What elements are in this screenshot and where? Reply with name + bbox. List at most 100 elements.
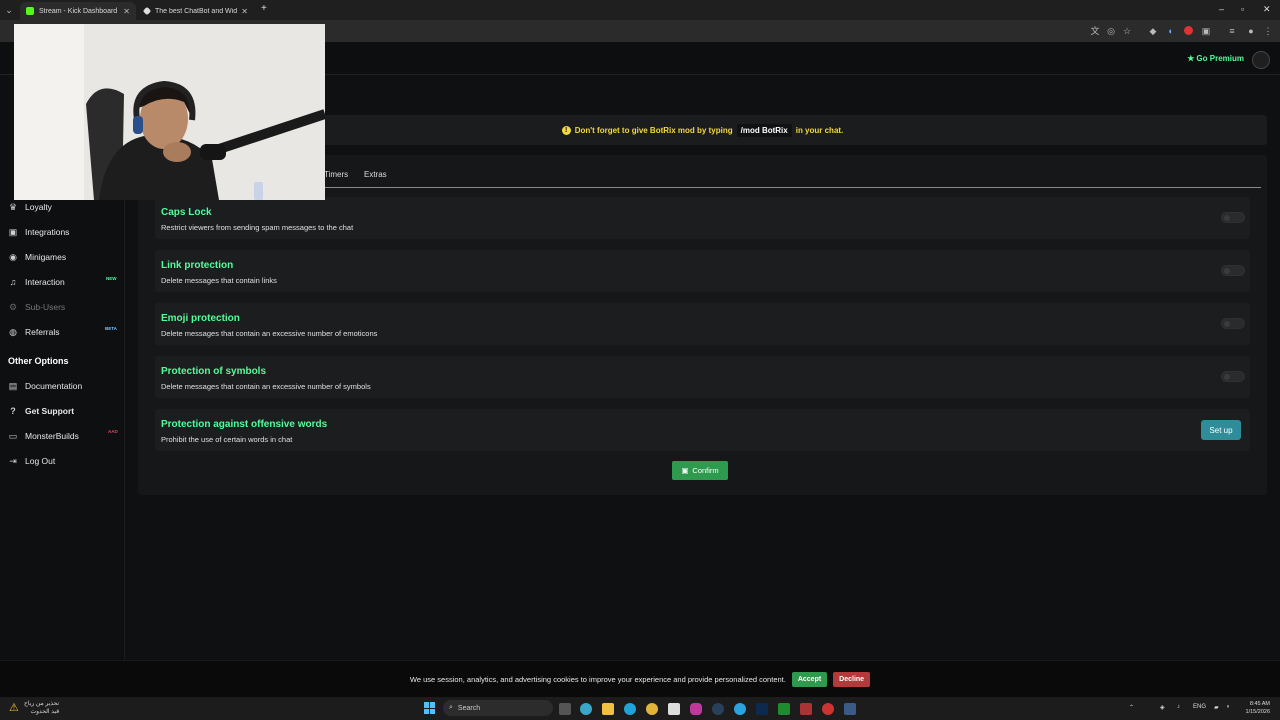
cookie-banner: We use session, analytics, and advertisi… (0, 660, 1280, 697)
record-extension-icon[interactable] (1184, 26, 1193, 35)
weather-widget[interactable]: تحذير من رياح قيد الحدوث (24, 700, 59, 716)
xbox-icon[interactable] (778, 703, 790, 715)
go-premium-link[interactable]: ★ Go Premium (1187, 54, 1244, 63)
emoji-protection-toggle[interactable] (1221, 318, 1245, 329)
user-gear-icon: ⚙ (8, 302, 18, 312)
steam-icon[interactable] (712, 703, 724, 715)
sidebar-item-minigames[interactable]: ◉ Minigames (8, 250, 66, 264)
caps-lock-desc: Restrict viewers from sending spam messa… (161, 223, 354, 232)
sidepanel-icon[interactable]: ≡ (1227, 26, 1237, 36)
weather-warning-icon[interactable]: ⚠ (9, 701, 19, 714)
sidebar-item-label: Get Support (25, 406, 75, 416)
cookie-text: We use session, analytics, and advertisi… (409, 674, 786, 684)
close-tab-icon[interactable]: ✕ (241, 7, 248, 16)
webcam-overlay (14, 24, 325, 200)
puzzle-icon[interactable]: ▣ (1201, 26, 1211, 36)
offensive-words-desc: Prohibit the use of certain words in cha… (161, 435, 293, 444)
photoshop-icon[interactable] (756, 703, 768, 715)
tab-title: Stream - Kick Dashboard (39, 7, 118, 15)
copilot-icon[interactable] (580, 703, 592, 715)
close-tab-icon[interactable]: ✕ (123, 7, 130, 16)
link-protection-row (155, 250, 1250, 292)
minimize-button[interactable]: – (1219, 4, 1224, 14)
obs-icon[interactable] (800, 703, 812, 715)
link-protection-toggle[interactable] (1221, 265, 1245, 276)
menu-dots-icon[interactable]: ⋮ (1263, 26, 1273, 36)
sidebar-item-sub-users[interactable]: ⚙ Sub-Users (8, 300, 65, 314)
browser-tab-strip: ⌄ Stream - Kick Dashboard ✕ The best Cha… (0, 0, 1280, 20)
sidebar-item-get-support[interactable]: ? Get Support (8, 404, 74, 418)
language-indicator[interactable]: ENG (1193, 704, 1206, 710)
sidebar-item-integrations[interactable]: ▣ Integrations (8, 225, 70, 239)
tray-mic-icon[interactable]: ♪ (1177, 704, 1180, 710)
windows-start-icon[interactable] (424, 702, 436, 714)
sidebar-item-referrals[interactable]: ◍ Referrals (8, 325, 59, 339)
integrations-icon: ▣ (8, 227, 18, 237)
sidebar-item-loyalty[interactable]: ♛ Loyalty (8, 200, 52, 214)
tab-timers[interactable]: Timers (324, 170, 348, 179)
setup-offensive-words-button[interactable]: Set up (1201, 420, 1241, 440)
users-icon: ◍ (9, 327, 17, 337)
confirm-button[interactable]: ▣ Confirm (672, 461, 728, 480)
tray-chevron-icon[interactable]: ⌃ (1129, 704, 1134, 711)
instagram-icon[interactable] (690, 703, 702, 715)
eye-off-icon[interactable]: ◎ (1106, 26, 1116, 36)
wifi-icon[interactable]: ▰ (1214, 704, 1219, 711)
decline-cookies-button[interactable]: Decline (833, 671, 871, 687)
volume-icon[interactable]: ◖ (1226, 704, 1230, 710)
task-view-icon[interactable] (559, 703, 571, 715)
symbols-protection-row (155, 356, 1250, 398)
sidebar-item-label: Integrations (25, 227, 70, 237)
caps-lock-row (155, 197, 1250, 239)
clock-date: 1/15/2026 (1245, 709, 1270, 715)
caps-lock-title: Caps Lock (161, 207, 212, 218)
notice-command: /mod BotRix (736, 123, 792, 137)
telegram-icon[interactable] (734, 703, 746, 715)
accept-cookies-button[interactable]: Accept (791, 671, 828, 687)
tab-search-chevron-icon[interactable]: ⌄ (4, 5, 14, 15)
sidebar-item-log-out[interactable]: ⇥ Log Out (8, 454, 55, 468)
sidebar-item-label: Minigames (25, 252, 67, 262)
emoji-protection-title: Emoji protection (161, 313, 240, 324)
close-window-button[interactable]: ✕ (1263, 4, 1271, 15)
maximize-button[interactable]: ▫ (1241, 4, 1244, 14)
sidebar-item-monsterbuilds[interactable]: ▭ MonsterBuilds (8, 429, 79, 443)
sidebar-item-documentation[interactable]: ▤ Documentation (8, 379, 82, 393)
bookmark-star-icon[interactable]: ☆ (1122, 26, 1132, 36)
sidebar-item-label: Documentation (25, 381, 83, 391)
link-protection-desc: Delete messages that contain links (161, 276, 277, 285)
edge-icon[interactable] (624, 703, 636, 715)
translate-icon[interactable]: 文 (1090, 26, 1100, 36)
user-avatar[interactable] (1252, 51, 1270, 69)
extension-icon[interactable]: ◆ (1148, 26, 1158, 36)
sidebar-item-interaction[interactable]: ♫ Interaction (8, 275, 65, 289)
tray-app-icon[interactable]: ◈ (1160, 704, 1165, 711)
audio-extension-icon[interactable]: ◖ (1165, 26, 1175, 36)
screen: ⌄ Stream - Kick Dashboard ✕ The best Cha… (0, 0, 1280, 720)
sidebar-item-label: Referrals (25, 327, 60, 337)
search-placeholder: Search (457, 704, 481, 712)
profile-icon[interactable]: ● (1246, 26, 1256, 36)
tab-extras[interactable]: Extras (364, 170, 387, 179)
clock[interactable]: 8:45 AM 1/15/2026 (1240, 700, 1270, 716)
calendar-app-icon[interactable] (668, 703, 680, 715)
offensive-words-row (155, 409, 1250, 451)
symbols-protection-toggle[interactable] (1221, 371, 1245, 382)
file-explorer-icon[interactable] (602, 703, 614, 715)
new-tab-button[interactable]: + (261, 3, 267, 14)
windows-taskbar (0, 697, 1280, 720)
browser-tab-kick-dashboard[interactable]: Stream - Kick Dashboard ✕ (20, 2, 136, 20)
browser-tab-botrix[interactable]: The best ChatBot and Widgets ✕ (138, 2, 254, 20)
settings-app-icon[interactable] (822, 703, 834, 715)
clock-time: 8:45 AM (1249, 701, 1270, 707)
logout-icon: ⇥ (9, 456, 17, 466)
taskbar-search-input[interactable]: ⌕ Search (443, 700, 553, 716)
caps-lock-toggle[interactable] (1221, 212, 1245, 223)
weather-line-1: تحذير من رياح (24, 701, 60, 707)
steam-app-icon[interactable] (844, 703, 856, 715)
weather-line-2: قيد الحدوث (30, 709, 60, 715)
notice-text: Don't forget to give BotRix mod by typin… (574, 125, 733, 135)
trophy-icon: ♛ (8, 202, 18, 212)
notice-text-end: in your chat. (795, 125, 844, 135)
chrome-icon[interactable] (646, 703, 658, 715)
